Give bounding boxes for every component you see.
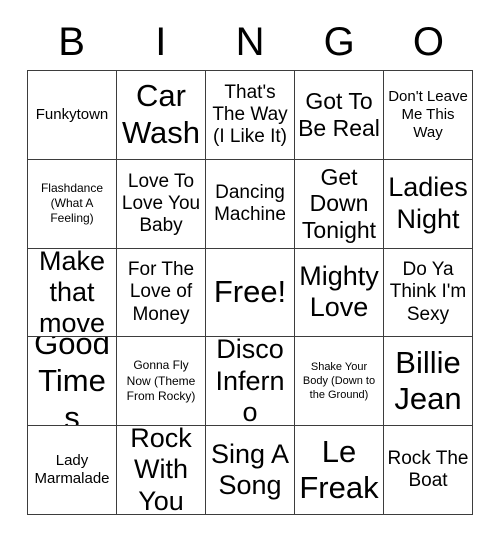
bingo-cell-label: Rock The Boat [387,448,469,492]
bingo-cell-b5[interactable]: Lady Marmalade [28,426,117,515]
bingo-cell-label: Shake Your Body (Down to the Ground) [302,360,376,402]
bingo-cell-label: Sing A Song [210,438,290,501]
header-letter-o: O [412,20,444,64]
bingo-cell-label: Good Times [34,337,110,427]
bingo-cell-label: Love To Love You Baby [121,170,201,236]
header-letter-g: G [323,20,355,64]
header-letter-b: B [58,20,85,64]
bingo-grid: Funkytown Car Wash That's The Way (I Lik… [27,70,473,515]
bingo-cell-label: Rock With You [130,426,192,515]
bingo-cell-o3[interactable]: Do Ya Think I'm Sexy [384,248,473,338]
bingo-cell-label: Ladies Night [388,172,468,234]
bingo-cell-o1[interactable]: Don't Leave Me This Way [384,71,473,160]
bingo-cell-label: Car Wash [121,78,201,150]
bingo-cell-n2[interactable]: Dancing Machine [206,159,295,249]
bingo-cell-label: Got To Be Real [298,88,380,141]
bingo-cell-g3[interactable]: Mighty Love [295,248,384,338]
bingo-cell-i3[interactable]: For The Love of Money [117,248,206,338]
bingo-cell-label: Do Ya Think I'm Sexy [389,259,467,325]
bingo-cell-g1[interactable]: Got To Be Real [295,71,384,160]
bingo-cell-i2[interactable]: Love To Love You Baby [117,159,206,249]
bingo-cell-label: Disco Inferno [215,337,285,427]
bingo-cell-g4[interactable]: Shake Your Body (Down to the Ground) [295,337,384,427]
bingo-cell-label: Le Freak [299,433,379,506]
bingo-cell-label: That's The Way (I Like It) [212,81,288,147]
bingo-cell-label: Don't Leave Me This Way [388,87,468,141]
header-letter-i: I [155,20,167,64]
bingo-cell-label: For The Love of Money [127,259,195,325]
bingo-cell-b3[interactable]: Make that move [28,248,117,338]
bingo-cell-label: Funkytown [35,105,109,123]
bingo-cell-n4[interactable]: Disco Inferno [206,337,295,427]
bingo-cell-label: Make that move [38,248,106,338]
bingo-cell-free-space[interactable]: Free! [206,248,295,338]
bingo-cell-o5[interactable]: Rock The Boat [384,426,473,515]
bingo-cell-label: Billie Jean [394,344,462,417]
bingo-cell-i1[interactable]: Car Wash [117,71,206,160]
bingo-cell-b4[interactable]: Good Times [28,337,117,427]
bingo-cell-i5[interactable]: Rock With You [117,426,206,515]
bingo-cell-n5[interactable]: Sing A Song [206,426,295,515]
bingo-cell-n1[interactable]: That's The Way (I Like It) [206,71,295,160]
bingo-cell-label: Dancing Machine [214,181,286,225]
bingo-cell-o4[interactable]: Billie Jean [384,337,473,427]
bingo-cell-g5[interactable]: Le Freak [295,426,384,515]
bingo-cell-o2[interactable]: Ladies Night [384,159,473,249]
bingo-cell-i4[interactable]: Gonna Fly Now (Theme From Rocky) [117,337,206,427]
bingo-free-space-label: Free! [213,274,287,310]
bingo-header-row: B I N G O [27,14,473,70]
bingo-cell-g2[interactable]: Get Down Tonight [295,159,384,249]
bingo-card: B I N G O Funkytown Car Wash That's The … [0,0,500,544]
bingo-cell-label: Flashdance (What A Feeling) [40,180,104,226]
bingo-cell-label: Get Down Tonight [301,164,377,243]
bingo-cell-label: Lady Marmalade [34,452,110,488]
bingo-cell-label: Gonna Fly Now (Theme From Rocky) [126,358,196,403]
header-letter-n: N [235,20,265,64]
bingo-cell-label: Mighty Love [299,261,379,323]
bingo-cell-b1[interactable]: Funkytown [28,71,117,160]
bingo-cell-b2[interactable]: Flashdance (What A Feeling) [28,159,117,249]
